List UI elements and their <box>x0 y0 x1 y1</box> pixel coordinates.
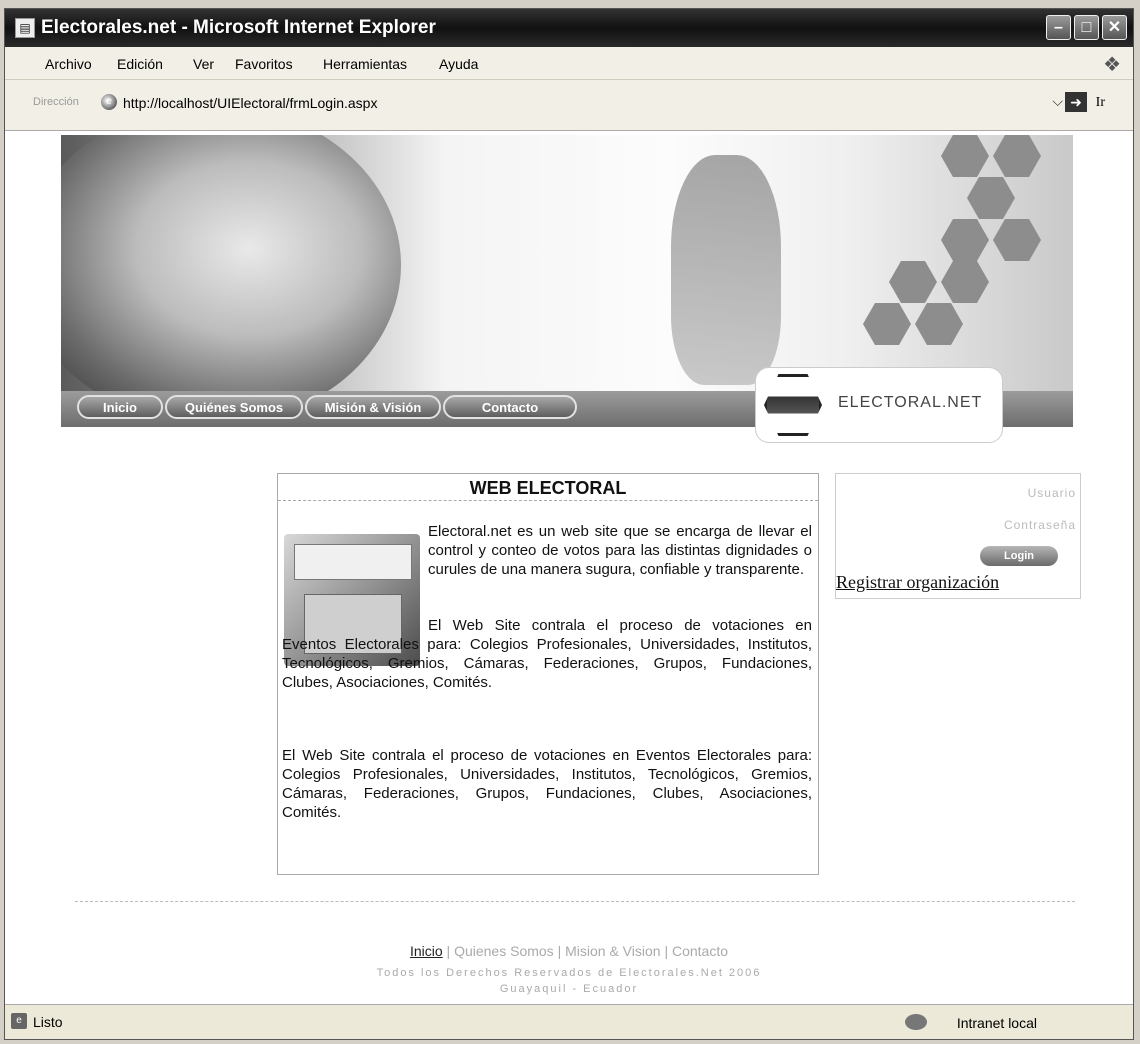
windows-logo-icon: ❖ <box>1103 54 1121 76</box>
password-field[interactable]: Contraseña <box>1004 518 1076 532</box>
address-input[interactable]: http://localhost/UIElectoral/frmLogin.as… <box>123 95 377 111</box>
go-button[interactable]: Ir <box>1096 95 1105 111</box>
security-zone: Intranet local <box>956 1015 1037 1031</box>
register-link[interactable]: Registrar organización <box>836 572 999 593</box>
nav-quienes-somos[interactable]: Quiénes Somos <box>165 395 303 419</box>
menu-ayuda[interactable]: Ayuda <box>439 56 478 72</box>
logo-text: ELECTORAL.NET <box>838 394 983 411</box>
menu-bar: Archivo Edición Ver Favoritos Herramient… <box>5 47 1133 80</box>
chevron-down-icon[interactable]: ⌵ <box>1052 93 1063 110</box>
content-title: WEB ELECTORAL <box>469 478 627 498</box>
nav-contacto[interactable]: Contacto <box>443 395 577 419</box>
window-title: Electorales.net - Microsoft Internet Exp… <box>41 17 436 38</box>
footer-copyright: Todos los Derechos Reservados de Elector… <box>376 967 762 979</box>
status-text: Listo <box>33 1014 63 1030</box>
title-bar: ▤ Electorales.net - Microsoft Internet E… <box>5 9 1133 47</box>
status-bar: e Listo Intranet local <box>5 1004 1133 1039</box>
menu-ver[interactable]: Ver <box>193 56 214 72</box>
hexagon-decor <box>993 219 1041 261</box>
hexagon-decor <box>915 303 963 345</box>
events-paragraph: El Web Site contrala el proceso de votac… <box>282 617 812 691</box>
menu-herramientas[interactable]: Herramientas <box>323 56 407 72</box>
footer-link-quienes[interactable]: Quienes Somos <box>454 943 554 959</box>
footer-nav: Inicio | Quienes Somos | Mision & Vision… <box>409 943 729 959</box>
hexagon-logo-icon <box>764 374 822 436</box>
browser-window: ▤ Electorales.net - Microsoft Internet E… <box>4 8 1134 1040</box>
ie-page-icon: ▤ <box>15 18 35 38</box>
footer-link-mision[interactable]: Mision & Vision <box>565 943 660 959</box>
site-logo: ELECTORAL.NET <box>755 367 1003 443</box>
footer-divider <box>75 901 1075 902</box>
page-viewport: Inicio Quiénes Somos Misión & Visión Con… <box>5 131 1133 1005</box>
footer-link-inicio[interactable]: Inicio <box>410 943 443 959</box>
login-panel: Usuario Contraseña Login Registrar organ… <box>835 473 1081 599</box>
hexagon-decor <box>863 303 911 345</box>
hexagon-decor <box>889 261 937 303</box>
ballot-box-lid <box>294 544 412 580</box>
hexagon-decor <box>941 261 989 303</box>
intranet-zone-icon <box>905 1014 927 1030</box>
content-panel: WEB ELECTORAL Electoral.net es un web si… <box>277 473 819 875</box>
page-status-icon: e <box>11 1013 27 1029</box>
footer-location: Guayaquil - Ecuador <box>499 983 639 995</box>
address-bar: Dirección e http://localhost/UIElectoral… <box>5 80 1133 131</box>
events-paragraph-repeat: El Web Site contrala el proceso de votac… <box>282 747 812 821</box>
page-globe-icon: e <box>101 94 117 110</box>
footer-link-contacto[interactable]: Contacto <box>672 943 728 959</box>
menu-favoritos[interactable]: Favoritos <box>235 56 293 72</box>
maximize-button[interactable]: □ <box>1074 15 1099 40</box>
banner-man-photo <box>671 155 781 385</box>
minimize-button[interactable]: – <box>1046 15 1071 40</box>
title-divider <box>278 500 818 501</box>
login-button[interactable]: Login <box>980 546 1058 566</box>
go-arrow-icon[interactable]: ➜ <box>1065 92 1087 112</box>
banner-woman-photo <box>61 135 401 425</box>
nav-mision-vision[interactable]: Misión & Visión <box>305 395 441 419</box>
hexagon-decor <box>993 135 1041 177</box>
hexagon-decor <box>941 135 989 177</box>
user-field[interactable]: Usuario <box>1028 486 1076 500</box>
nav-inicio[interactable]: Inicio <box>77 395 163 419</box>
address-label: Dirección <box>33 96 79 108</box>
menu-archivo[interactable]: Archivo <box>45 56 92 72</box>
menu-edicion[interactable]: Edición <box>117 56 163 72</box>
hexagon-decor <box>967 177 1015 219</box>
intro-paragraph: Electoral.net es un web site que se enca… <box>428 523 812 578</box>
hexagon-decor <box>941 219 989 261</box>
close-button[interactable]: ✕ <box>1102 15 1127 40</box>
